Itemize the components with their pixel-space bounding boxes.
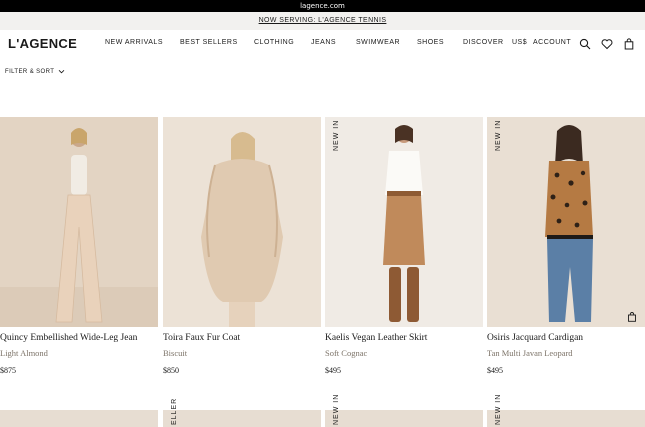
product-price: $495 (487, 366, 503, 375)
product-title[interactable]: Kaelis Vegan Leather Skirt (325, 333, 483, 343)
product-card[interactable]: Quincy Embellished Wide-Leg Jean Light A… (0, 117, 158, 375)
bestseller-badge: ELLER (171, 397, 178, 425)
product-image-row2[interactable]: ELLER (163, 398, 321, 427)
product-image[interactable] (0, 117, 158, 327)
nav-best-sellers[interactable]: BEST SELLERS (180, 39, 238, 46)
brand-logo[interactable]: L'AGENCE (8, 36, 77, 51)
filter-sort-toggle[interactable]: FILTER & SORT (5, 68, 65, 75)
product-image-row2[interactable]: NEW IN (487, 394, 645, 427)
bag-icon[interactable] (623, 37, 635, 50)
nav-discover[interactable]: DISCOVER (463, 39, 504, 46)
filter-sort-label: FILTER & SORT (5, 68, 55, 75)
promo-link[interactable]: NOW SERVING: L'AGENCE TENNIS (259, 17, 387, 24)
browser-url-bar[interactable]: lagence.com (0, 0, 645, 12)
product-price: $875 (0, 366, 16, 375)
account-link[interactable]: ACCOUNT (533, 39, 571, 46)
product-image-row2[interactable]: NEW IN (325, 394, 483, 427)
new-in-badge: NEW IN (333, 393, 340, 425)
chevron-down-icon (58, 68, 65, 75)
heart-icon[interactable] (601, 37, 613, 50)
product-title[interactable]: Osiris Jacquard Cardigan (487, 333, 645, 343)
product-title[interactable]: Quincy Embellished Wide-Leg Jean (0, 333, 158, 343)
header-icons (579, 37, 635, 50)
url-text: lagence.com (300, 2, 345, 10)
product-price: $850 (163, 366, 179, 375)
product-color: Soft Cognac (325, 348, 368, 358)
product-color: Tan Multi Javan Leopard (487, 348, 573, 358)
product-color: Biscuit (163, 348, 188, 358)
promo-banner: NOW SERVING: L'AGENCE TENNIS (0, 12, 645, 30)
add-to-bag-icon[interactable] (627, 309, 637, 322)
product-card[interactable]: NEW IN Kaelis Vegan Leather Skirt Soft C… (325, 117, 483, 375)
nav-jeans[interactable]: JEANS (311, 39, 336, 46)
product-card[interactable]: NEW IN Osiris Jacquard Cardigan Tan Mult… (487, 117, 645, 375)
product-image[interactable]: NEW IN (325, 117, 483, 327)
search-icon[interactable] (579, 37, 591, 50)
product-price: $495 (325, 366, 341, 375)
new-in-badge: NEW IN (495, 119, 502, 151)
new-in-badge: NEW IN (333, 119, 340, 151)
nav-shoes[interactable]: SHOES (417, 39, 444, 46)
currency-selector[interactable]: US$ (512, 39, 527, 46)
nav-swimwear[interactable]: SWIMWEAR (356, 39, 400, 46)
new-in-badge: NEW IN (495, 393, 502, 425)
product-image[interactable]: NEW IN (487, 117, 645, 327)
nav-clothing[interactable]: CLOTHING (254, 39, 294, 46)
product-image-row2[interactable] (0, 410, 158, 427)
product-image[interactable] (163, 117, 321, 327)
site-header: L'AGENCE NEW ARRIVALS BEST SELLERS CLOTH… (0, 30, 645, 58)
nav-new-arrivals[interactable]: NEW ARRIVALS (105, 39, 163, 46)
product-card[interactable]: Toira Faux Fur Coat Biscuit $850 (163, 117, 321, 375)
product-title[interactable]: Toira Faux Fur Coat (163, 333, 321, 343)
product-color: Light Almond (0, 348, 48, 358)
